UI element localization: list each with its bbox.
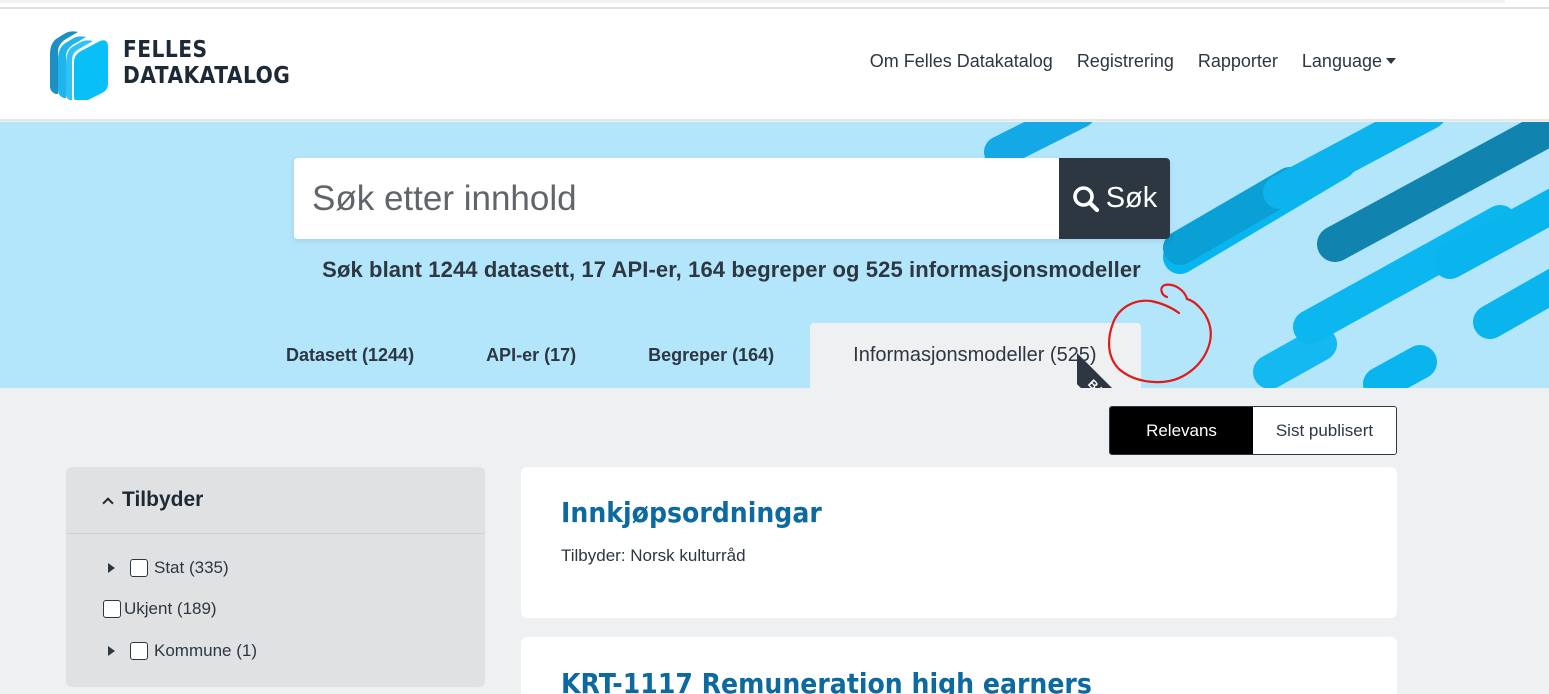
result-publisher: Tilbyder: Norsk kulturråd [561, 546, 746, 565]
tab-information-models-label: Informasjonsmodeller (525) [853, 344, 1097, 366]
logo-text-line1: FELLES [123, 37, 208, 63]
search-icon [1072, 185, 1099, 212]
result-card[interactable]: Innkjøpsordningar Tilbyder: Norsk kultur… [521, 467, 1397, 618]
filter-option-kommune: Kommune (1) [108, 641, 257, 661]
sort-latest-button[interactable]: Sist publisert [1253, 407, 1396, 454]
result-title[interactable]: KRT-1117 Remuneration high earners [561, 667, 1092, 694]
tab-apis[interactable]: API-er (17) [450, 323, 612, 388]
search-button-label: Søk [1105, 182, 1158, 214]
search-button[interactable]: Søk [1059, 158, 1170, 239]
result-tabs: Datasett (1244) API-er (17) Begreper (16… [250, 323, 1143, 388]
search-hero: Søk Søk blant 1244 datasett, 17 API-er, … [0, 122, 1549, 388]
tab-concepts[interactable]: Begreper (164) [612, 323, 810, 388]
chevron-up-icon [102, 496, 114, 509]
main-nav: Om Felles Datakatalog Registrering Rappo… [870, 51, 1396, 72]
beta-label: BETA [1076, 349, 1143, 388]
site-header: FELLES DATAKATALOG Om Felles Datakatalog… [0, 9, 1549, 121]
filter-option-ukjent: Ukjent (189) [103, 599, 217, 619]
expand-triangle-icon[interactable] [108, 563, 115, 573]
filter-option-label: Ukjent (189) [124, 599, 217, 618]
filter-option-label: Stat (335) [154, 558, 229, 577]
sort-toggle: Relevans Sist publisert [1109, 406, 1397, 455]
result-card[interactable]: KRT-1117 Remuneration high earners [521, 637, 1397, 694]
publisher-filter: Tilbyder Stat (335) Ukjent (189) Kommune… [66, 467, 485, 687]
caret-down-icon [1386, 58, 1396, 64]
checkbox-stat[interactable] [130, 559, 148, 577]
search-bar: Søk [294, 158, 1170, 239]
tab-information-models[interactable]: Informasjonsmodeller (525) BETA [810, 323, 1143, 388]
site-logo[interactable]: FELLES DATAKATALOG [48, 28, 308, 100]
filter-header[interactable]: Tilbyder [66, 467, 485, 534]
checkbox-ukjent[interactable] [103, 600, 121, 618]
checkbox-kommune[interactable] [130, 642, 148, 660]
result-title[interactable]: Innkjøpsordningar [561, 496, 822, 529]
search-summary: Søk blant 1244 datasett, 17 API-er, 164 … [322, 257, 1141, 282]
beta-badge: BETA [1076, 323, 1143, 388]
language-dropdown[interactable]: Language [1302, 51, 1396, 72]
logo-text-line2: DATAKATALOG [123, 63, 291, 89]
nav-reports[interactable]: Rapporter [1198, 51, 1278, 72]
tab-datasets[interactable]: Datasett (1244) [250, 323, 450, 388]
nav-registration[interactable]: Registrering [1077, 51, 1174, 72]
nav-about[interactable]: Om Felles Datakatalog [870, 51, 1053, 72]
filter-title: Tilbyder [122, 488, 204, 511]
filter-option-stat: Stat (335) [108, 558, 229, 578]
filter-option-label: Kommune (1) [154, 641, 257, 660]
language-label: Language [1301, 51, 1382, 71]
expand-triangle-icon[interactable] [108, 646, 115, 656]
sort-relevance-button[interactable]: Relevans [1110, 407, 1253, 454]
search-input[interactable] [294, 158, 1059, 239]
logo-icon [50, 31, 108, 100]
